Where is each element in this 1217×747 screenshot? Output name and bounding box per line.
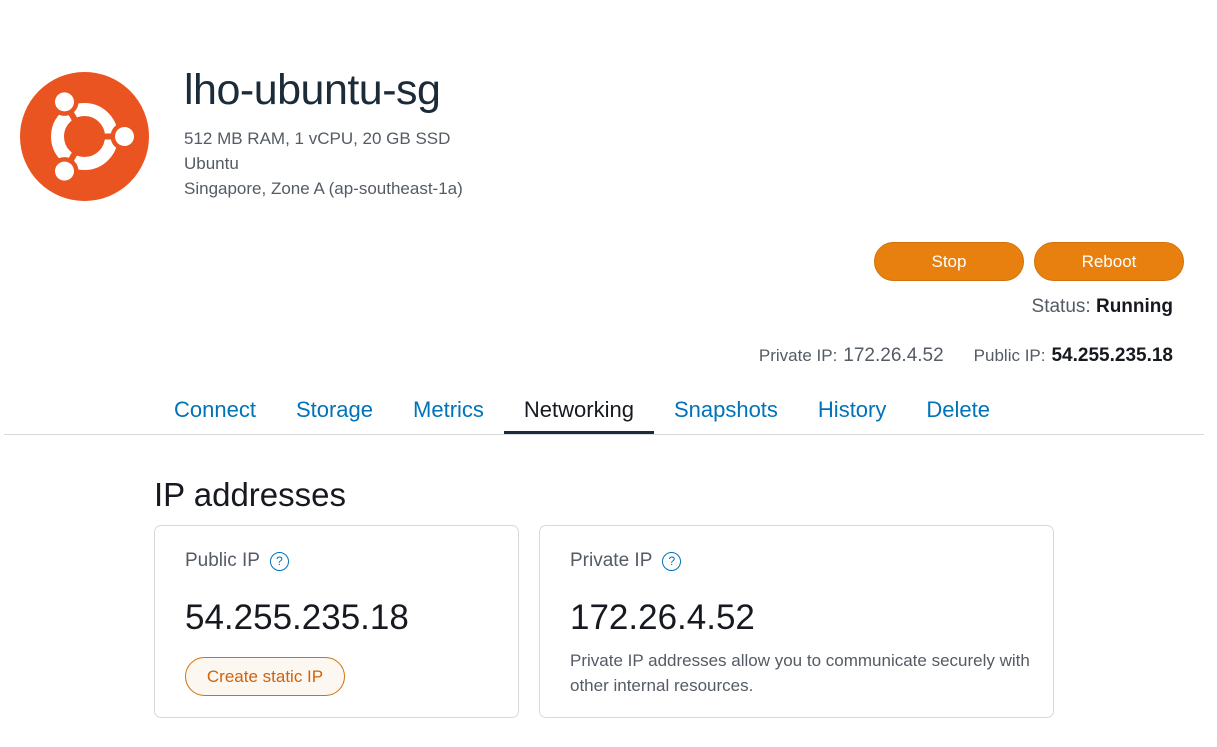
instance-specs: 512 MB RAM, 1 vCPU, 20 GB SSD	[184, 129, 451, 148]
tab-history[interactable]: History	[798, 389, 906, 434]
public-ip-value: 54.255.235.18	[1051, 345, 1173, 366]
status-value: Running	[1095, 296, 1173, 317]
public-ip-label: Public IP:	[973, 346, 1046, 365]
private-ip-card-value: 172.26.4.52	[570, 598, 755, 637]
public-ip-card: Public IP ? 54.255.235.18 Create static …	[154, 525, 519, 718]
private-ip-description: Private IP addresses allow you to commun…	[570, 651, 1030, 695]
help-icon[interactable]: ?	[662, 551, 682, 571]
tab-networking[interactable]: Networking	[503, 389, 654, 434]
private-ip-card: Private IP ? 172.26.4.52 Private IP addr…	[539, 525, 1054, 718]
tab-metrics[interactable]: Metrics	[393, 389, 504, 434]
tab-connect[interactable]: Connect	[154, 389, 276, 434]
private-ip-card-label: Private IP	[570, 550, 653, 571]
public-ip-card-label: Public IP	[185, 550, 260, 571]
help-icon[interactable]: ?	[269, 551, 289, 571]
private-ip-label: Private IP:	[758, 346, 838, 365]
create-static-ip-button[interactable]: Create static IP	[185, 657, 345, 696]
instance-tabs: Connect Storage Metrics Networking Snaps…	[154, 389, 1010, 434]
ubuntu-logo-icon	[20, 72, 149, 201]
instance-os: Ubuntu	[184, 154, 239, 173]
stop-button[interactable]: Stop	[874, 242, 1024, 281]
ip-summary: Private IP: 172.26.4.52 Public IP: 54.255.2…	[759, 345, 1173, 367]
public-ip-card-value: 54.255.235.18	[185, 598, 409, 637]
section-title: IP addresses	[154, 476, 347, 513]
tab-storage[interactable]: Storage	[276, 389, 393, 434]
status-label: Status:	[1031, 296, 1091, 317]
tab-delete[interactable]: Delete	[906, 389, 1010, 434]
tabs-divider	[4, 434, 1204, 435]
public-ip-card-header: Public IP ?	[185, 550, 289, 572]
reboot-button[interactable]: Reboot	[1034, 242, 1184, 281]
tab-snapshots[interactable]: Snapshots	[654, 389, 798, 434]
instance-location: Singapore, Zone A (ap-southeast-1a)	[184, 179, 463, 198]
instance-status: Status: Running	[1032, 296, 1173, 318]
private-ip-card-header: Private IP ?	[570, 550, 682, 572]
private-ip-value: 172.26.4.52	[843, 345, 944, 366]
instance-name: lho-ubuntu-sg	[184, 66, 441, 114]
